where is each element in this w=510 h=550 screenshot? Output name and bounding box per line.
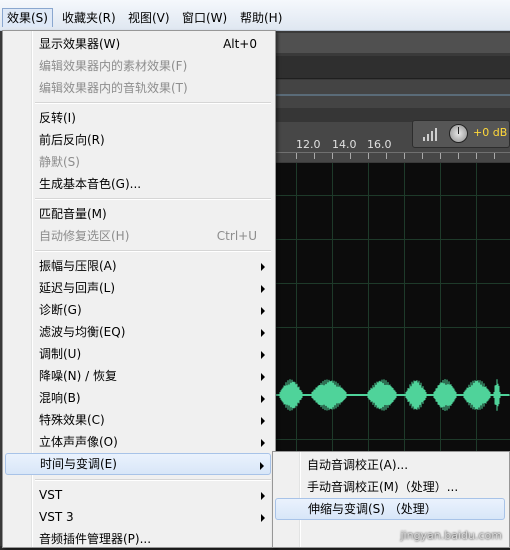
ruler-tick-label: 14.0 [332, 138, 357, 151]
ruler-tick-label: 16.0 [367, 138, 392, 151]
menu-effects[interactable]: 效果(S) [2, 8, 53, 27]
panel-header [276, 56, 510, 79]
submenu-arrow-icon [261, 492, 265, 500]
menu-favorites[interactable]: 收藏夹(R) [58, 9, 120, 27]
audio-waveform [276, 379, 510, 411]
menu-item-delay-echo[interactable]: 延迟与回声(L) [5, 277, 271, 299]
menu-bar: 效果(S) 收藏夹(R) 视图(V) 窗口(W) 帮助(H) [0, 0, 510, 31]
volume-control[interactable]: +0 dB [412, 120, 510, 148]
menu-item-diagnostics[interactable]: 诊断(G) [5, 299, 271, 321]
submenu-item-stretch-pitch[interactable]: 伸缩与变调(S) （处理） [275, 498, 505, 520]
overview-strip[interactable] [276, 80, 510, 108]
submenu-arrow-icon [261, 395, 265, 403]
menu-item-vst3[interactable]: VST 3 [5, 506, 271, 528]
submenu-item-auto-pitch-correction[interactable]: 自动音调校正(A)... [275, 454, 505, 476]
submenu-arrow-icon [261, 307, 265, 315]
menu-item-vst[interactable]: VST [5, 484, 271, 506]
menu-item-stereo-imagery[interactable]: 立体声声像(O) [5, 431, 271, 453]
menu-item-match-volume[interactable]: 匹配音量(M) [5, 203, 271, 225]
submenu-arrow-icon [261, 514, 265, 522]
submenu-arrow-icon [261, 373, 265, 381]
submenu-item-manual-pitch-correction[interactable]: 手动音调校正(M)（处理）... [275, 476, 505, 498]
menu-item-filter-eq[interactable]: 滤波与均衡(EQ) [5, 321, 271, 343]
menu-item-generate-tones[interactable]: 生成基本音色(G)... [5, 173, 271, 195]
ruler-tick-label: 12.0 [296, 138, 321, 151]
toolbar-strip [276, 33, 510, 53]
menu-window[interactable]: 窗口(W) [178, 9, 231, 27]
submenu-arrow-icon [261, 329, 265, 337]
menu-item-reverb[interactable]: 混响(B) [5, 387, 271, 409]
menu-view[interactable]: 视图(V) [124, 9, 174, 27]
effects-menu: 显示效果器(W) Alt+0 编辑效果器内的素材效果(F) 编辑效果器内的音轨效… [2, 30, 276, 548]
menu-item-edit-clip-effects[interactable]: 编辑效果器内的素材效果(F) [5, 55, 271, 77]
menu-help[interactable]: 帮助(H) [236, 9, 286, 27]
menu-item-noise-reduction[interactable]: 降噪(N) / 恢复 [5, 365, 271, 387]
submenu-arrow-icon [261, 351, 265, 359]
menu-item-reverse[interactable]: 前后反向(R) [5, 129, 271, 151]
menu-item-time-pitch[interactable]: 时间与变调(E) [5, 453, 271, 475]
volume-readout: +0 dB [473, 126, 508, 139]
submenu-arrow-icon [261, 439, 265, 447]
menu-item-modulation[interactable]: 调制(U) [5, 343, 271, 365]
menu-item-show-effects-rack[interactable]: 显示效果器(W) Alt+0 [5, 33, 271, 55]
volume-level-icon [423, 127, 441, 141]
menu-item-invert[interactable]: 反转(I) [5, 107, 271, 129]
submenu-arrow-icon [261, 263, 265, 271]
volume-knob[interactable] [449, 124, 468, 143]
menu-item-special[interactable]: 特殊效果(C) [5, 409, 271, 431]
submenu-arrow-icon [261, 285, 265, 293]
menu-item-plugin-manager[interactable]: 音频插件管理器(P)... [5, 528, 271, 550]
menu-item-auto-heal[interactable]: 自动修复选区(H) Ctrl+U [5, 225, 271, 247]
menu-item-amplitude-compression[interactable]: 振幅与压限(A) [5, 255, 271, 277]
menu-item-edit-track-effects[interactable]: 编辑效果器内的音轨效果(T) [5, 77, 271, 99]
submenu-arrow-icon [260, 462, 264, 470]
menu-item-silence[interactable]: 静默(S) [5, 151, 271, 173]
ruler-baseline [276, 152, 510, 153]
watermark: jingyan.baidu.com [400, 529, 502, 542]
submenu-arrow-icon [261, 417, 265, 425]
